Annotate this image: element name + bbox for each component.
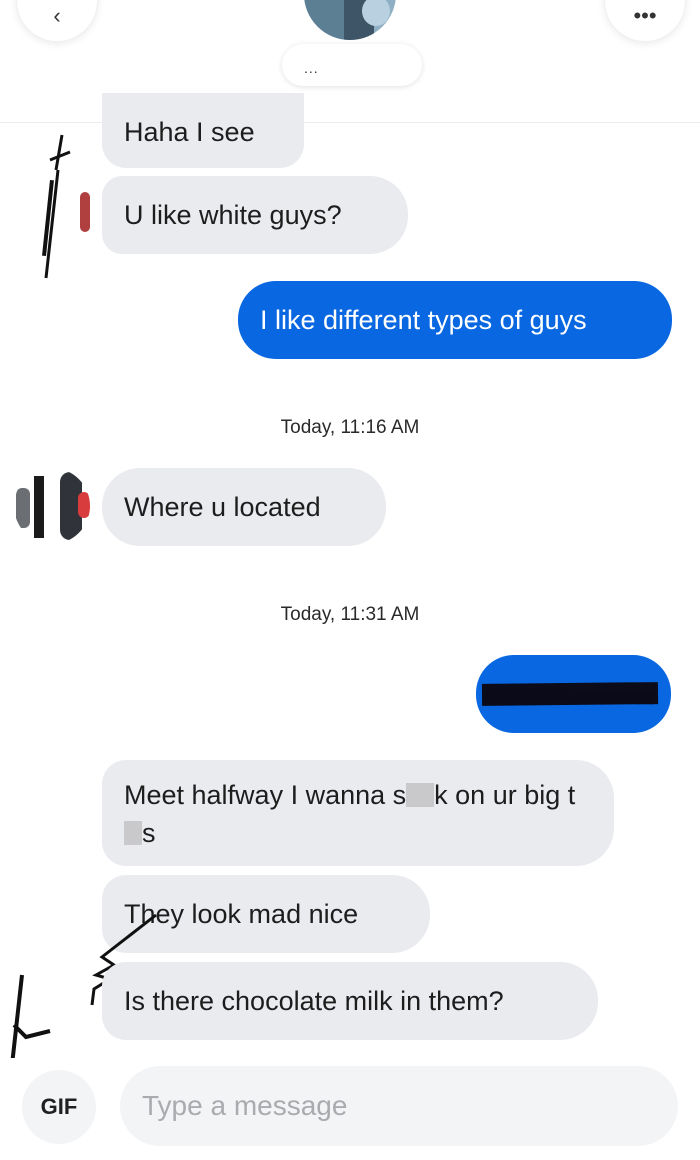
more-dots-icon: ••• xyxy=(633,3,657,28)
censor-blur xyxy=(124,821,142,845)
timestamp: Today, 11:16 AM xyxy=(280,417,420,438)
message-text: k on ur big t xyxy=(434,780,576,810)
scribble-redaction-icon xyxy=(44,134,71,279)
message-bubble-incoming[interactable]: Where u located xyxy=(102,468,386,546)
timestamp: Today, 11:31 AM xyxy=(280,604,420,625)
message-input[interactable] xyxy=(120,1066,678,1146)
message-bubble-incoming[interactable]: Is there chocolate milk in them? xyxy=(102,962,598,1040)
message-text: s xyxy=(142,818,156,848)
message-composer: GIF xyxy=(0,1058,700,1160)
message-bubble-incoming[interactable]: Meet halfway I wanna s k on ur big t s xyxy=(102,760,614,866)
more-options-button[interactable]: ••• xyxy=(604,0,686,42)
gif-button[interactable]: GIF xyxy=(22,1070,96,1144)
back-arrow-icon: ‹ xyxy=(53,3,61,28)
match-avatar[interactable] xyxy=(304,0,396,40)
message-bubble-outgoing[interactable]: I like different types of guys xyxy=(238,281,672,359)
message-bubble-incoming[interactable]: Haha I see xyxy=(102,93,304,168)
match-name-pill[interactable]: ... xyxy=(282,44,422,86)
message-bubble-incoming[interactable]: U like white guys? xyxy=(102,176,408,254)
sender-avatar[interactable] xyxy=(14,468,90,544)
censor-blur xyxy=(406,783,435,807)
match-name: ... xyxy=(304,60,319,76)
back-button[interactable]: ‹ xyxy=(16,0,98,42)
message-text: Meet halfway I wanna s xyxy=(124,780,407,810)
